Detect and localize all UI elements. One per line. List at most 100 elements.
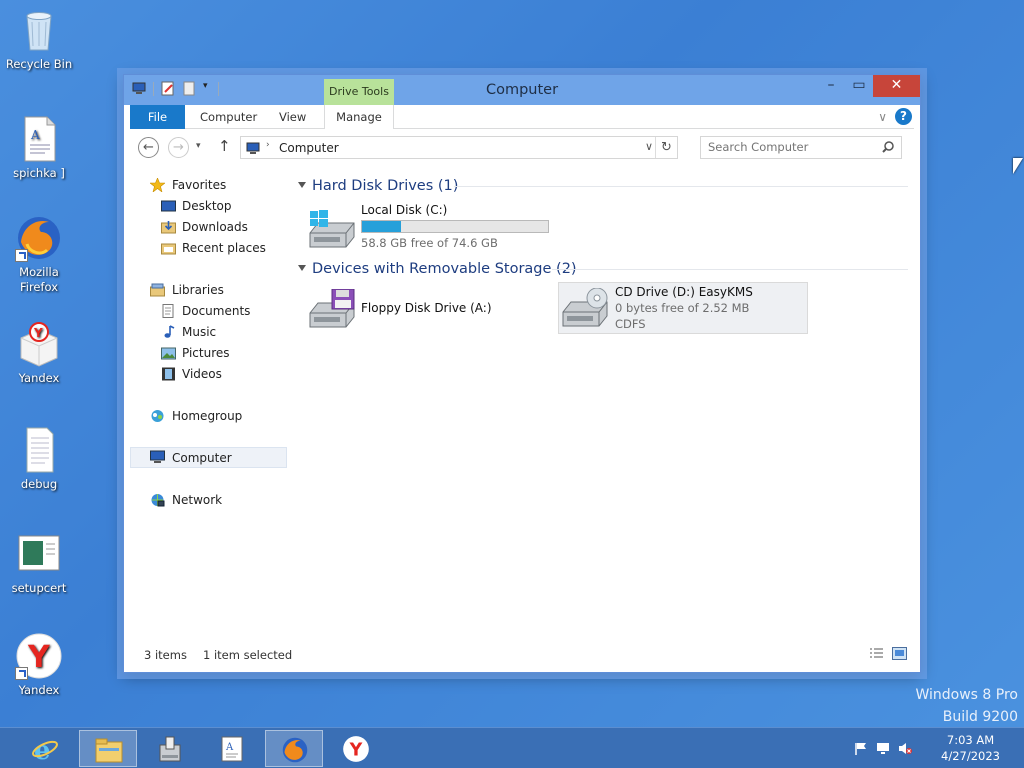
watermark-build: Build 9200 [942, 709, 1018, 725]
computer-address-icon [246, 141, 260, 158]
details-view-icon[interactable] [869, 647, 884, 660]
close-button[interactable]: ✕ [873, 75, 920, 97]
taskbar-file-explorer[interactable] [79, 730, 137, 767]
taskbar-document[interactable]: A [203, 730, 261, 767]
clock[interactable]: 7:03 AM 4/27/2023 [941, 732, 1000, 764]
search-icon[interactable] [882, 141, 894, 156]
desktop-icon-yandex[interactable]: Y Yandex [4, 320, 74, 386]
expand-ribbon-chevron-icon[interactable]: ∨ [878, 110, 887, 124]
drive-floppy-a[interactable]: Floppy Disk Drive (A:) [304, 284, 554, 334]
group-title: Devices with Removable Storage (2) [312, 261, 577, 277]
mouse-cursor-icon [1013, 158, 1023, 174]
desktop-icon-label: Recycle Bin [5, 57, 73, 71]
nav-videos[interactable]: Videos [130, 364, 287, 385]
svg-text:Y: Y [33, 326, 43, 340]
text-file-icon [15, 426, 63, 474]
group-title: Hard Disk Drives (1) [312, 178, 459, 194]
homegroup-icon [150, 409, 165, 423]
network-tray-icon[interactable] [876, 742, 890, 755]
nav-label: Libraries [172, 283, 224, 297]
shortcut-arrow-icon [15, 249, 28, 262]
tab-computer[interactable]: Computer [200, 105, 257, 129]
nav-downloads[interactable]: Downloads [130, 217, 287, 238]
action-center-flag-icon[interactable] [854, 742, 868, 755]
minimize-button[interactable]: – [817, 75, 845, 97]
drive-free-space: 0 bytes free of 2.52 MB [615, 301, 750, 315]
internet-explorer-icon: e [31, 735, 59, 766]
nav-recent-places[interactable]: Recent places [130, 238, 287, 259]
desktop-icon-label: Yandex [18, 683, 60, 697]
downloads-icon [161, 220, 176, 234]
nav-music[interactable]: Music [130, 322, 287, 343]
breadcrumb-separator-icon[interactable]: › [266, 140, 270, 150]
help-icon[interactable]: ? [895, 108, 912, 125]
desktop-icon-firefox[interactable]: Mozilla Firefox [4, 214, 74, 295]
taskbar-yandex-browser[interactable]: Y [327, 730, 385, 767]
desktop-icon-label: Yandex [18, 371, 60, 385]
firefox-icon [15, 214, 63, 262]
nav-network[interactable]: Network [130, 490, 287, 511]
computer-icon [150, 450, 165, 464]
maximize-button[interactable]: ▭ [845, 75, 873, 97]
hard-drive-icon [308, 209, 356, 252]
desktop-icon-spichka[interactable]: A spichka ] [4, 115, 74, 181]
drive-name: Floppy Disk Drive (A:) [361, 301, 492, 315]
svg-text:A: A [225, 742, 234, 753]
desktop-icon-label: spichka ] [13, 166, 65, 180]
forward-button[interactable]: → [168, 137, 189, 158]
large-icons-view-icon[interactable] [892, 647, 907, 660]
taskbar-internet-explorer[interactable]: e [16, 730, 74, 767]
tab-file[interactable]: File [130, 105, 185, 129]
back-button[interactable]: ← [138, 137, 159, 158]
music-note-icon [161, 325, 176, 339]
tab-manage[interactable]: Manage [324, 105, 394, 129]
window-title: Computer [485, 82, 559, 98]
clock-date: 4/27/2023 [941, 749, 1000, 763]
recent-locations-chevron-icon[interactable]: ▾ [196, 141, 201, 151]
desktop-icon-yandex-browser[interactable]: Y Yandex [4, 632, 74, 698]
ribbon-right-controls: ∨ ? [878, 108, 912, 125]
nav-pictures[interactable]: Pictures [130, 343, 287, 364]
taskbar-setup-app[interactable] [141, 730, 199, 767]
tab-view[interactable]: View [279, 105, 306, 129]
title-bar[interactable]: ▾ Drive Tools Computer – ▭ ✕ [124, 75, 920, 105]
address-history-chevron-icon[interactable]: ∨ [645, 140, 653, 153]
desktop-icon-setupcert[interactable]: setupcert [4, 530, 74, 596]
refresh-icon[interactable]: ↻ [655, 137, 677, 158]
svg-text:A: A [30, 128, 40, 142]
file-explorer-icon [95, 736, 123, 764]
nav-computer[interactable]: Computer [130, 447, 287, 468]
nav-label: Pictures [182, 346, 230, 360]
nav-label: Music [182, 325, 217, 339]
taskbar-firefox[interactable] [265, 730, 323, 767]
collapse-triangle-icon[interactable] [298, 182, 306, 188]
search-box[interactable] [700, 136, 902, 159]
desktop-icon-label: Mozilla Firefox [19, 265, 59, 294]
recent-places-icon [161, 241, 176, 255]
nav-favorites[interactable]: Favorites [130, 175, 287, 196]
nav-libraries[interactable]: Libraries [130, 280, 287, 301]
collapse-triangle-icon[interactable] [298, 265, 306, 271]
group-header-removable-storage[interactable]: Devices with Removable Storage (2) [298, 261, 577, 277]
desktop-icon-debug[interactable]: debug [4, 426, 74, 492]
documents-icon [161, 304, 176, 318]
nav-documents[interactable]: Documents [130, 301, 287, 322]
search-input[interactable] [708, 140, 868, 154]
cd-drive-icon [561, 287, 609, 331]
nav-homegroup[interactable]: Homegroup [130, 406, 287, 427]
libraries-icon [150, 283, 165, 297]
nav-desktop[interactable]: Desktop [130, 196, 287, 217]
address-bar[interactable]: › Computer ∨ ↻ [240, 136, 678, 159]
desktop-icon-recycle-bin[interactable]: Recycle Bin [4, 6, 74, 72]
drive-local-disk-c[interactable]: Local Disk (C:) 58.8 GB free of 74.6 GB [304, 201, 554, 252]
drive-usage-bar [361, 220, 549, 233]
shortcut-arrow-icon [15, 667, 28, 680]
drive-cd-d[interactable]: CD Drive (D:) EasyKMS 0 bytes free of 2.… [558, 282, 808, 334]
volume-muted-icon[interactable] [898, 742, 912, 755]
nav-label: Desktop [182, 199, 232, 213]
ribbon-tabs: File Computer View Manage ∨ ? [130, 105, 914, 129]
group-header-hard-disk-drives[interactable]: Hard Disk Drives (1) [298, 178, 458, 194]
up-arrow-icon[interactable]: ↑ [218, 137, 231, 155]
group-divider [552, 269, 908, 270]
installer-icon [156, 735, 184, 763]
